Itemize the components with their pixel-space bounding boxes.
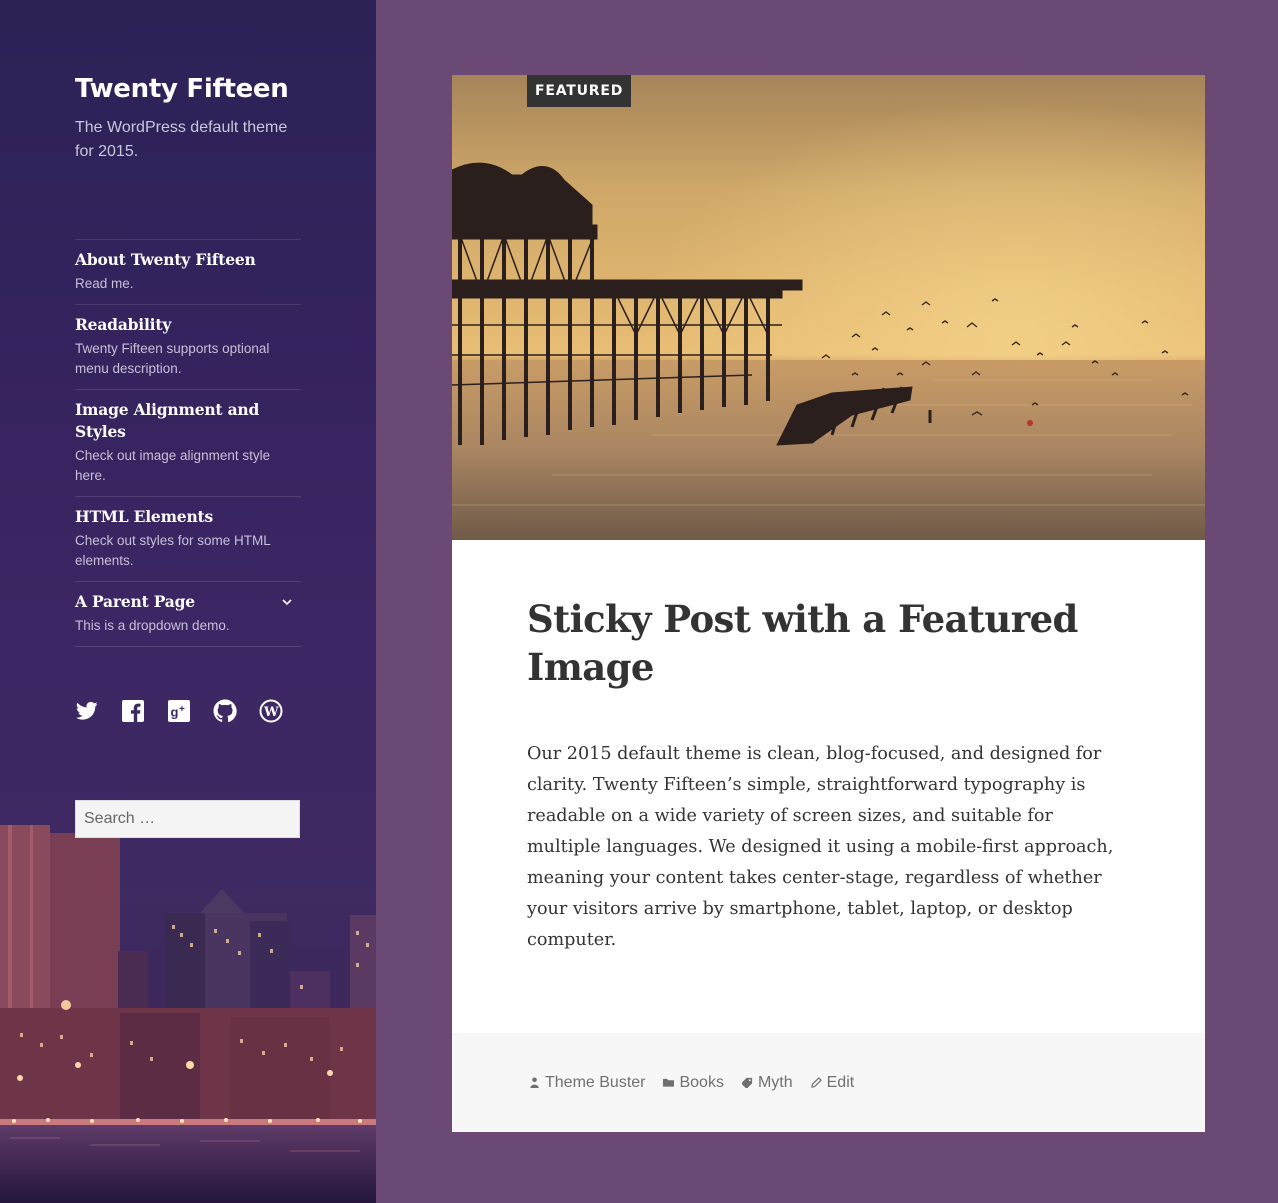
pencil-icon (810, 1077, 822, 1088)
folder-icon (663, 1078, 675, 1087)
menu-item-html-elements[interactable]: HTML Elements Check out styles for some … (75, 497, 301, 582)
menu-item-description: Twenty Fifteen supports optional menu de… (75, 341, 270, 376)
social-links: g + W (75, 699, 283, 723)
menu-item-title[interactable]: Image Alignment and Styles (75, 399, 301, 443)
site-title[interactable]: Twenty Fifteen (75, 74, 289, 104)
main-menu: About Twenty Fifteen Read me. Readabilit… (75, 239, 301, 647)
featured-image[interactable]: FEATURED (452, 75, 1205, 540)
twitter-icon[interactable] (75, 699, 99, 723)
google-plus-icon[interactable]: g + (167, 699, 191, 723)
menu-item-parent-page[interactable]: A Parent Page This is a dropdown demo. (75, 582, 301, 647)
post-content: Our 2015 default theme is clean, blog-fo… (527, 744, 1114, 950)
post-footer: Theme Buster Books Myth Edit (452, 1033, 1205, 1132)
sidebar-city-background (0, 803, 376, 1203)
pier-sunset-image (452, 75, 1205, 540)
chevron-down-icon[interactable] (281, 596, 293, 608)
user-icon (530, 1077, 539, 1088)
svg-text:W: W (263, 705, 279, 720)
author-link[interactable]: Theme Buster (545, 1074, 645, 1092)
svg-text:+: + (179, 704, 185, 715)
tag-icon (741, 1077, 753, 1088)
tag-meta[interactable]: Myth (741, 1074, 793, 1092)
menu-item-description: Check out image alignment style here. (75, 448, 271, 483)
menu-item-title[interactable]: A Parent Page (75, 591, 301, 613)
menu-item-title[interactable]: About Twenty Fifteen (75, 249, 301, 271)
menu-item-image-alignment[interactable]: Image Alignment and Styles Check out ima… (75, 390, 301, 497)
author-meta[interactable]: Theme Buster (529, 1074, 645, 1092)
edit-meta[interactable]: Edit (810, 1074, 855, 1092)
menu-item-title[interactable]: Readability (75, 314, 301, 336)
menu-item-description: This is a dropdown demo. (75, 618, 230, 633)
sidebar: Twenty Fifteen The WordPress default the… (0, 0, 376, 1203)
edit-link[interactable]: Edit (827, 1074, 855, 1092)
category-link[interactable]: Books (679, 1074, 723, 1092)
wordpress-icon[interactable]: W (259, 699, 283, 723)
github-icon[interactable] (213, 699, 237, 723)
facebook-icon[interactable] (121, 699, 145, 723)
sticky-post: FEATURED Sticky Post with a Featured Ima… (452, 75, 1205, 1132)
post-title[interactable]: Sticky Post with a Featured Image (527, 595, 1087, 691)
site-description: The WordPress default theme for 2015. (75, 119, 288, 160)
menu-item-description: Read me. (75, 276, 134, 291)
search-input[interactable] (75, 800, 300, 838)
menu-item-title[interactable]: HTML Elements (75, 506, 301, 528)
menu-item-readability[interactable]: Readability Twenty Fifteen supports opti… (75, 305, 301, 390)
menu-item-description: Check out styles for some HTML elements. (75, 533, 271, 568)
category-meta[interactable]: Books (663, 1074, 724, 1092)
menu-item-about[interactable]: About Twenty Fifteen Read me. (75, 240, 301, 305)
tag-link[interactable]: Myth (758, 1074, 793, 1092)
featured-badge: FEATURED (527, 75, 632, 107)
svg-text:g: g (171, 705, 179, 720)
